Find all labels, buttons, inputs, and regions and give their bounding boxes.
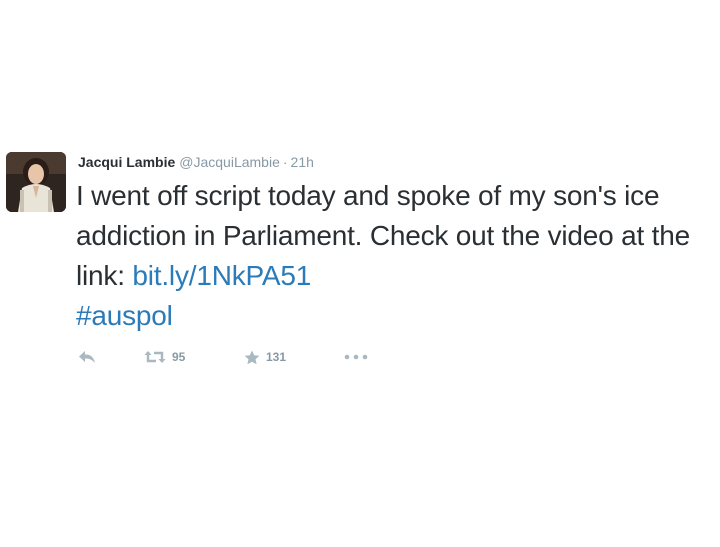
tweet-link[interactable]: bit.ly/1NkPA51 <box>132 260 311 291</box>
retweet-button[interactable]: 95 <box>144 350 244 364</box>
more-icon <box>344 354 368 360</box>
tweet-header: Jacqui Lambie @JacquiLambie · 21h <box>78 152 314 172</box>
reply-button[interactable] <box>78 350 144 364</box>
retweet-icon <box>144 351 166 363</box>
tweet-actions: 95 131 <box>78 345 368 369</box>
tweet-text: I went off script today and spoke of my … <box>76 176 716 336</box>
avatar[interactable] <box>6 152 66 212</box>
avatar-photo <box>6 152 66 212</box>
header-separator: · <box>282 154 288 170</box>
retweet-count: 95 <box>172 350 186 364</box>
author-name[interactable]: Jacqui Lambie <box>78 154 175 170</box>
star-icon <box>244 350 260 364</box>
hashtag-link[interactable]: #auspol <box>76 300 173 331</box>
reply-icon <box>79 351 95 363</box>
favorite-count: 131 <box>266 350 287 364</box>
more-button[interactable] <box>344 354 368 360</box>
tweet-timestamp[interactable]: 21h <box>291 154 314 170</box>
author-handle[interactable]: @JacquiLambie <box>179 154 280 170</box>
tweet: Jacqui Lambie @JacquiLambie · 21h I went of… <box>0 0 720 547</box>
favorite-button[interactable]: 131 <box>244 350 344 365</box>
